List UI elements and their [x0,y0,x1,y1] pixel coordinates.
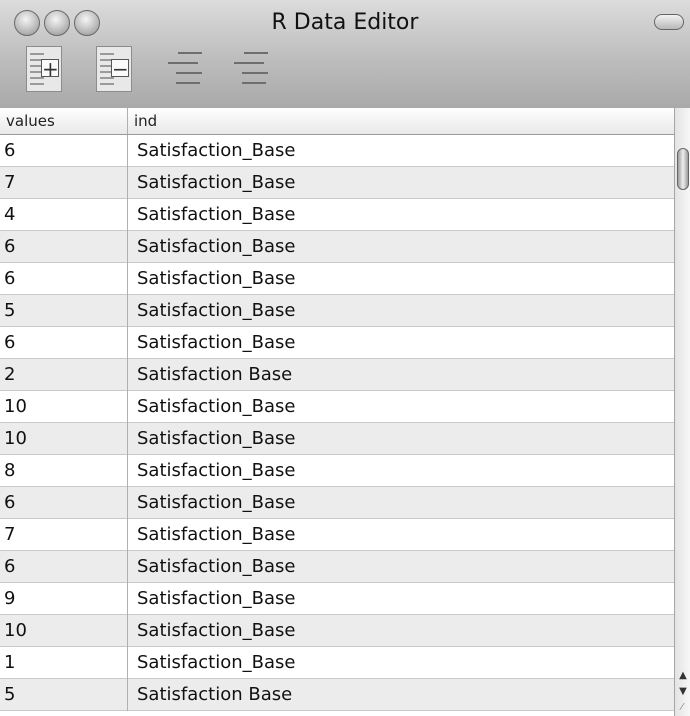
remove-row-button[interactable]: − [96,46,132,92]
cell-values[interactable]: 10 [0,615,128,647]
cell-values[interactable]: 8 [0,455,128,487]
cell-ind[interactable]: Satisfaction_Base [128,423,674,455]
column-header-row: values ind [0,108,674,135]
cell-values[interactable]: 10 [0,423,128,455]
cell-values[interactable]: 9 [0,583,128,615]
cell-values[interactable]: 5 [0,679,128,711]
r-data-editor-window: R Data Editor + − values ind 6 Satisfact… [0,0,690,716]
table-row[interactable]: 10 Satisfaction_Base [0,391,674,423]
table-row[interactable]: 1 Satisfaction_Base [0,647,674,679]
cell-ind[interactable]: Satisfaction_Base [128,455,674,487]
scroll-up-arrow-icon[interactable]: ▲ [676,668,690,684]
table-row[interactable]: 4 Satisfaction_Base [0,199,674,231]
cell-values[interactable]: 4 [0,199,128,231]
cell-ind[interactable]: Satisfaction_Base [128,327,674,359]
cell-ind[interactable]: Satisfaction_Base [128,263,674,295]
cell-ind[interactable]: Satisfaction_Base [128,647,674,679]
cell-values[interactable]: 10 [0,391,128,423]
cell-ind[interactable]: Satisfaction_Base [128,135,674,167]
remove-row-icon: − [111,57,129,81]
cell-values[interactable]: 7 [0,519,128,551]
column-header-values[interactable]: values [0,108,128,134]
table-row[interactable]: 2 Satisfaction Base [0,359,674,391]
table-row[interactable]: 6 Satisfaction_Base [0,551,674,583]
toolbar-toggle-button[interactable] [654,14,684,30]
remove-column-options-icon[interactable] [234,48,284,92]
table-row[interactable]: 6 Satisfaction_Base [0,263,674,295]
cell-ind[interactable]: Satisfaction_Base [128,615,674,647]
cell-ind[interactable]: Satisfaction_Base [128,551,674,583]
scrollbar-thumb[interactable] [677,148,689,190]
data-grid: values ind 6 Satisfaction_Base 7 Satisfacti… [0,108,674,716]
cell-ind[interactable]: Satisfaction_Base [128,519,674,551]
cell-values[interactable]: 5 [0,295,128,327]
table-row[interactable]: 5 Satisfaction_Base [0,295,674,327]
cell-ind[interactable]: Satisfaction_Base [128,295,674,327]
table-row[interactable]: 10 Satisfaction_Base [0,615,674,647]
title-bar: R Data Editor + − [0,0,690,109]
table-row[interactable]: 7 Satisfaction_Base [0,519,674,551]
add-row-button[interactable]: + [26,46,62,92]
table-row[interactable]: 10 Satisfaction_Base [0,423,674,455]
scroll-down-arrow-icon[interactable]: ▼ [676,684,690,700]
cell-ind[interactable]: Satisfaction_Base [128,199,674,231]
table-row[interactable]: 5 Satisfaction Base [0,679,674,711]
cell-values[interactable]: 6 [0,231,128,263]
cell-ind[interactable]: Satisfaction Base [128,679,674,711]
vertical-scrollbar[interactable]: ▲ ▼ ⁄ [674,108,690,716]
cell-ind[interactable]: Satisfaction_Base [128,391,674,423]
cell-values[interactable]: 6 [0,327,128,359]
cell-values[interactable]: 1 [0,647,128,679]
cell-ind[interactable]: Satisfaction_Base [128,487,674,519]
cell-ind[interactable]: Satisfaction Base [128,359,674,391]
table-row[interactable]: 9 Satisfaction_Base [0,583,674,615]
resize-grip-icon[interactable]: ⁄ [675,701,689,715]
cell-ind[interactable]: Satisfaction_Base [128,231,674,263]
cell-values[interactable]: 6 [0,263,128,295]
table-row[interactable]: 6 Satisfaction_Base [0,135,674,167]
add-row-icon: + [41,57,59,81]
column-header-ind[interactable]: ind [128,108,674,134]
window-title: R Data Editor [271,10,419,35]
table-row[interactable]: 6 Satisfaction_Base [0,487,674,519]
cell-values[interactable]: 2 [0,359,128,391]
add-column-options-icon[interactable] [168,48,218,92]
table-row[interactable]: 8 Satisfaction_Base [0,455,674,487]
cell-values[interactable]: 6 [0,487,128,519]
table-row[interactable]: 6 Satisfaction_Base [0,327,674,359]
cell-values[interactable]: 7 [0,167,128,199]
cell-ind[interactable]: Satisfaction_Base [128,583,674,615]
cell-ind[interactable]: Satisfaction_Base [128,167,674,199]
cell-values[interactable]: 6 [0,135,128,167]
table-row[interactable]: 7 Satisfaction_Base [0,167,674,199]
table-row[interactable]: 6 Satisfaction_Base [0,231,674,263]
cell-values[interactable]: 6 [0,551,128,583]
